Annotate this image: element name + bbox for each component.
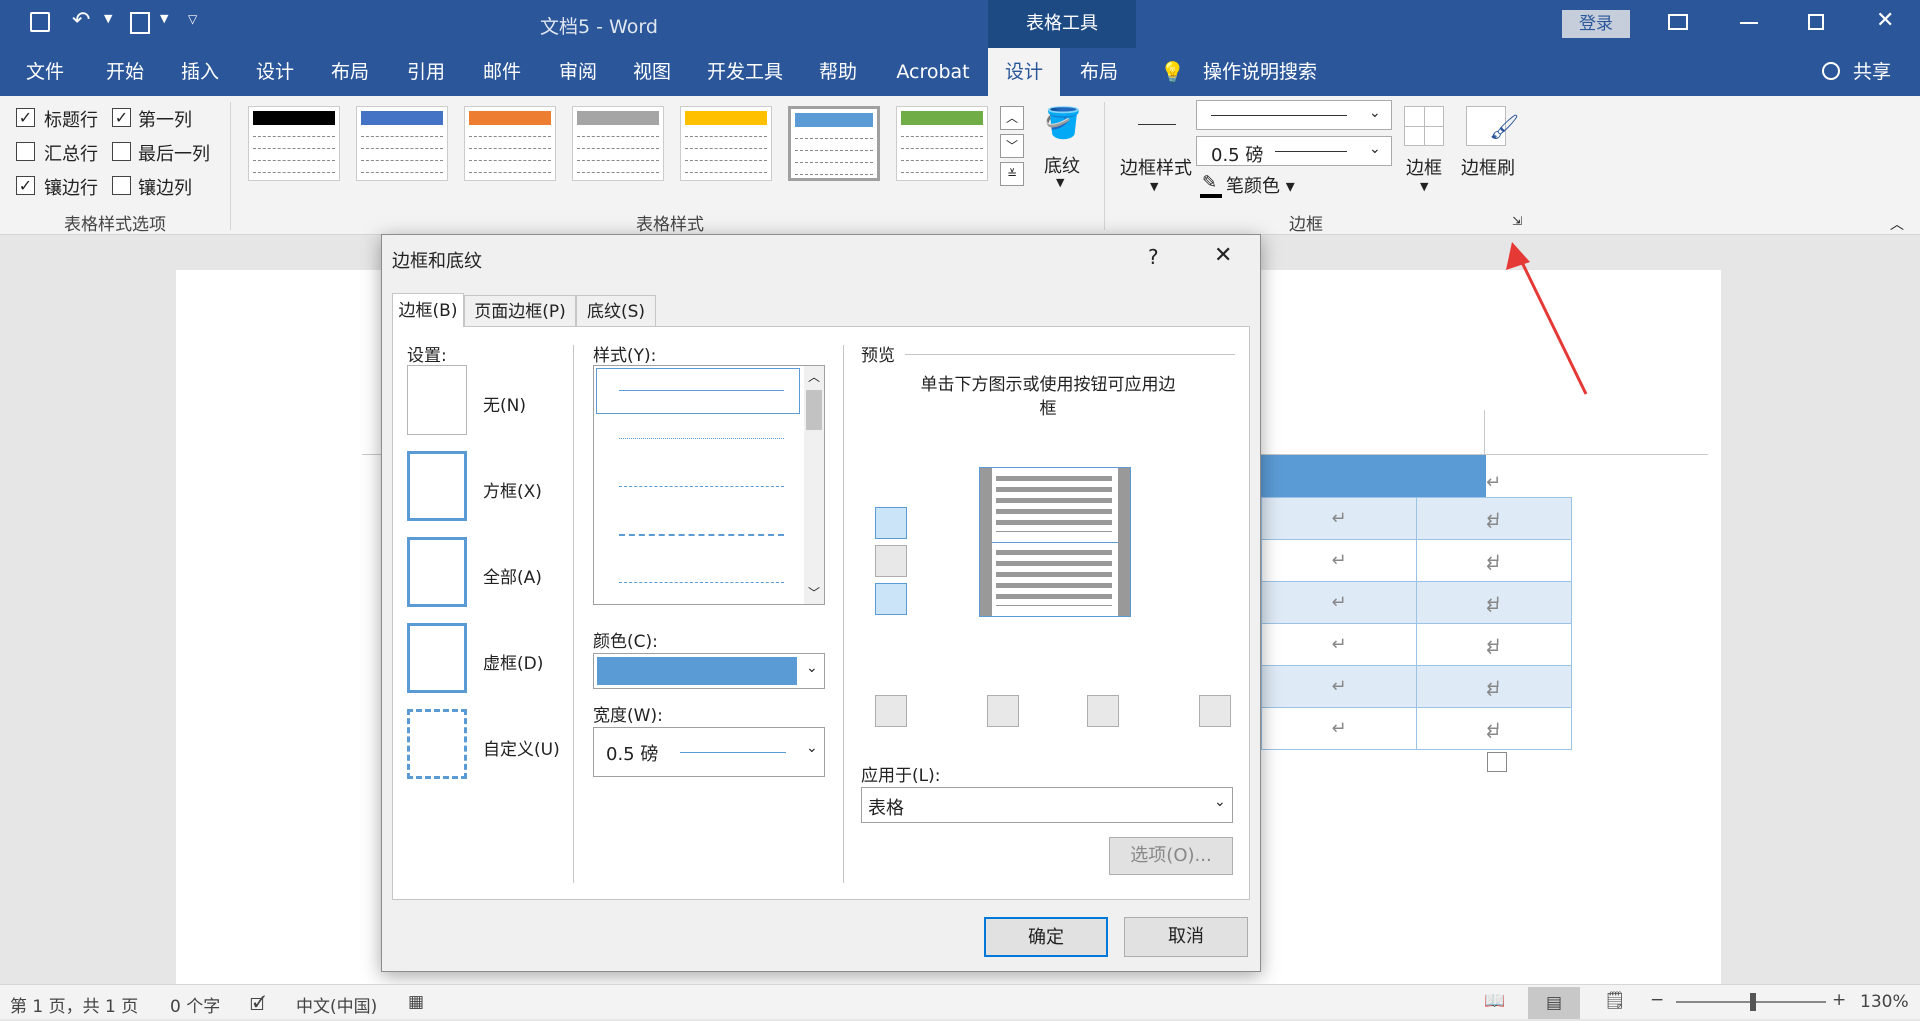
zoom-thumb[interactable] bbox=[1750, 993, 1756, 1011]
help-button[interactable]: ? bbox=[1148, 245, 1159, 269]
proofing-icon[interactable]: 🗹 bbox=[250, 992, 265, 1021]
word-count[interactable]: 0 个字 bbox=[170, 992, 220, 1017]
diagonal-up-button[interactable] bbox=[1199, 695, 1231, 727]
chevron-down-icon: ⌄ bbox=[1214, 794, 1226, 810]
language[interactable]: 中文(中国) bbox=[296, 992, 377, 1017]
borders-shading-dialog: 边框和底纹 ? ✕ 边框(B) 页面边框(P) 底纹(S) 设置: 无(N) 方… bbox=[381, 234, 1261, 972]
setting-all[interactable]: 全部(A) bbox=[483, 563, 542, 588]
color-label: 颜色(C): bbox=[593, 632, 658, 652]
setting-all-icon[interactable] bbox=[407, 537, 467, 607]
macro-icon[interactable]: ▦ bbox=[408, 992, 424, 1012]
zoom-level[interactable]: 130% bbox=[1860, 992, 1909, 1012]
width-dropdown[interactable]: 0.5 磅 ⌄ bbox=[593, 727, 825, 777]
line-style-list[interactable]: ︿ ﹀ bbox=[593, 365, 825, 605]
chevron-down-icon: ⌄ bbox=[806, 740, 818, 756]
tab-page-border[interactable]: 页面边框(P) bbox=[464, 295, 576, 327]
right-inside-button[interactable] bbox=[1087, 695, 1119, 727]
options-button[interactable]: 选项(O)... bbox=[1109, 837, 1233, 875]
bottom-border-button[interactable] bbox=[875, 583, 907, 615]
color-swatch bbox=[597, 657, 797, 685]
diagonal-down-button[interactable] bbox=[875, 695, 907, 727]
tab-panel: 设置: 无(N) 方框(X) 全部(A) 虚框(D) 自定义(U) 样式(Y):… bbox=[392, 326, 1250, 900]
width-label: 宽度(W): bbox=[593, 706, 663, 726]
print-layout-icon[interactable]: ▤ bbox=[1528, 987, 1580, 1019]
apply-to-value: 表格 bbox=[868, 798, 904, 819]
ok-button[interactable]: 确定 bbox=[984, 917, 1108, 957]
style-label: 样式(Y): bbox=[593, 346, 657, 366]
inside-horizontal-button[interactable] bbox=[875, 545, 907, 577]
chevron-down-icon: ⌄ bbox=[806, 660, 818, 676]
tab-shading[interactable]: 底纹(S) bbox=[576, 295, 656, 327]
zoom-in-icon[interactable]: + bbox=[1832, 990, 1846, 1010]
zoom-out-icon[interactable]: − bbox=[1650, 990, 1664, 1010]
preview-hint: 单击下方图示或使用按钮可应用边框 bbox=[920, 375, 1176, 419]
setting-box-icon[interactable] bbox=[407, 451, 467, 521]
top-border-button[interactable] bbox=[875, 507, 907, 539]
dialog-close-button[interactable]: ✕ bbox=[1214, 243, 1232, 268]
apply-to-dropdown[interactable]: 表格 ⌄ bbox=[861, 787, 1233, 823]
read-mode-icon[interactable]: 📖 bbox=[1484, 991, 1505, 1011]
list-scrollbar[interactable]: ︿ ﹀ bbox=[804, 366, 824, 604]
setting-none-icon[interactable] bbox=[407, 365, 467, 435]
cancel-button[interactable]: 取消 bbox=[1124, 917, 1248, 957]
inside-vertical-button[interactable] bbox=[987, 695, 1019, 727]
web-layout-icon[interactable]: 🗒 bbox=[1604, 991, 1626, 1011]
page-count[interactable]: 第 1 页，共 1 页 bbox=[10, 992, 138, 1017]
dialog-title: 边框和底纹 bbox=[392, 251, 482, 272]
preview-area[interactable] bbox=[979, 467, 1131, 617]
setting-box[interactable]: 方框(X) bbox=[483, 477, 542, 502]
setting-grid[interactable]: 虚框(D) bbox=[483, 649, 543, 674]
width-value: 0.5 磅 bbox=[606, 744, 659, 765]
preview-label: 预览 bbox=[861, 346, 895, 366]
setting-grid-icon[interactable] bbox=[407, 623, 467, 693]
color-dropdown[interactable]: ⌄ bbox=[593, 653, 825, 689]
tab-borders[interactable]: 边框(B) bbox=[392, 293, 464, 327]
apply-to-label: 应用于(L): bbox=[861, 766, 941, 786]
setting-label: 设置: bbox=[407, 346, 447, 366]
setting-custom-icon[interactable] bbox=[407, 709, 467, 779]
setting-custom[interactable]: 自定义(U) bbox=[483, 735, 560, 760]
setting-none[interactable]: 无(N) bbox=[483, 391, 526, 416]
status-bar: 第 1 页，共 1 页 0 个字 🗹 中文(中国) ▦ 📖 ▤ 🗒 − + 13… bbox=[0, 984, 1920, 1019]
